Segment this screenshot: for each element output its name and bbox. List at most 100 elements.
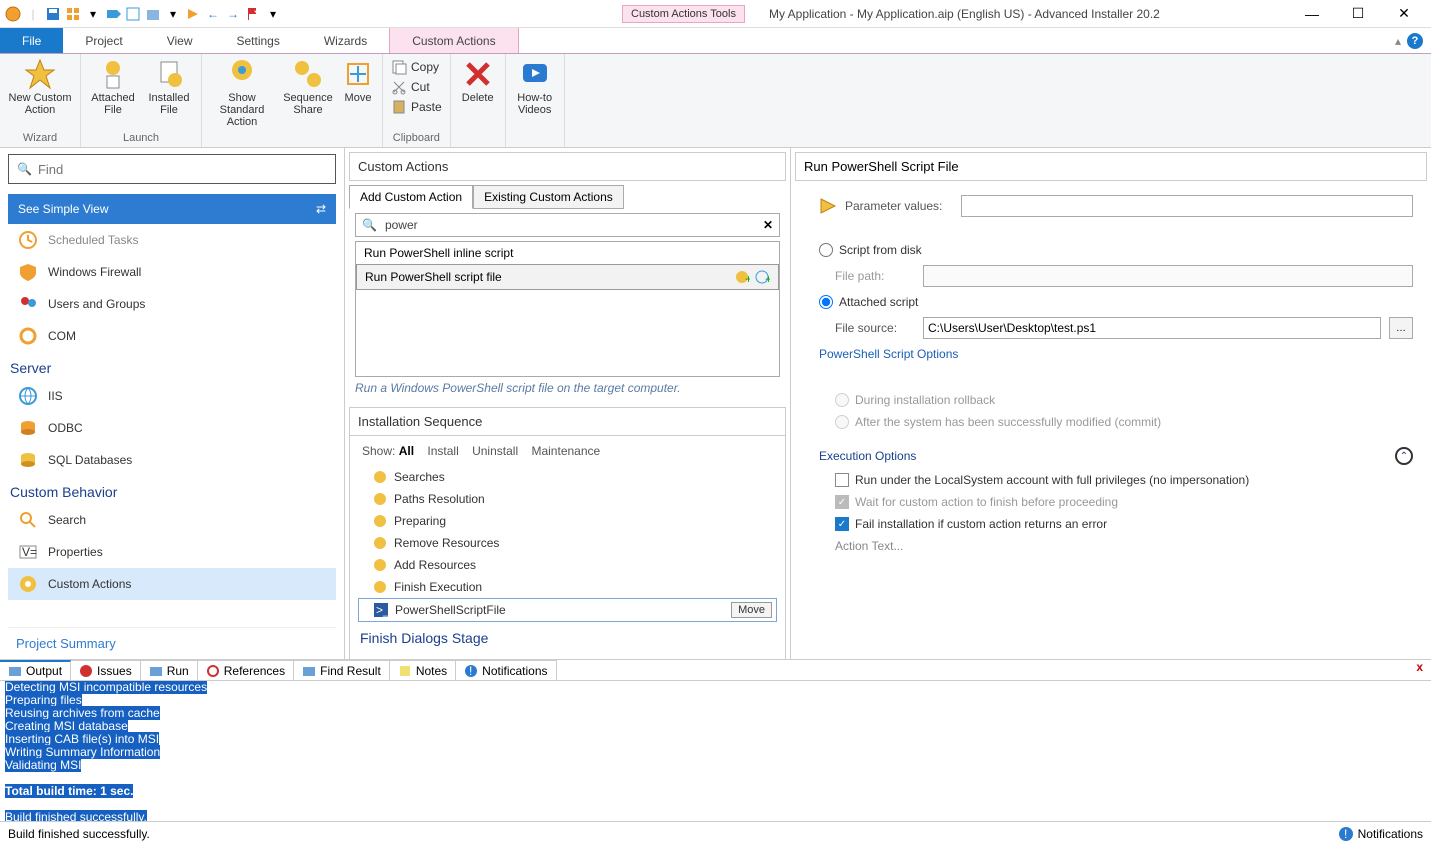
save-icon[interactable]: [44, 5, 62, 23]
swap-icon: ⇄: [316, 202, 326, 216]
btab-notifications[interactable]: !Notifications: [456, 660, 556, 680]
sidebar-item-windows-firewall[interactable]: Windows Firewall: [8, 256, 336, 288]
move-button[interactable]: Move: [338, 56, 378, 106]
stage-finish-dialogs: Finish Dialogs Stage: [358, 622, 777, 646]
seq-finish[interactable]: Finish Execution: [358, 576, 777, 598]
seq-preparing[interactable]: Preparing: [358, 510, 777, 532]
sidebar-item-properties[interactable]: V=Properties: [8, 536, 336, 568]
show-install[interactable]: Install: [427, 444, 458, 458]
chk-fail[interactable]: ✓Fail installation if custom action retu…: [835, 517, 1413, 531]
browse-button[interactable]: …: [1389, 317, 1413, 339]
action-text-link[interactable]: Action Text...: [835, 539, 1413, 553]
qat-dropdown2-icon[interactable]: ▾: [164, 5, 182, 23]
forward-icon[interactable]: →: [224, 5, 242, 23]
chk-wait: ✓Wait for custom action to finish before…: [835, 495, 1413, 509]
btab-references[interactable]: References: [198, 660, 294, 680]
howto-videos-button[interactable]: How-to Videos: [510, 56, 560, 118]
package-icon[interactable]: [144, 5, 162, 23]
notifications-button[interactable]: ! Notifications: [1338, 826, 1423, 842]
attached-file-button[interactable]: Attached File: [85, 56, 141, 118]
seq-move-button[interactable]: Move: [731, 602, 772, 618]
show-uninstall[interactable]: Uninstall: [472, 444, 518, 458]
sidebar-item-search[interactable]: Search: [8, 504, 336, 536]
see-simple-view-button[interactable]: See Simple View ⇄: [8, 194, 336, 224]
back-icon[interactable]: ←: [204, 5, 222, 23]
find-box[interactable]: 🔍: [8, 154, 336, 184]
clear-icon[interactable]: ✕: [763, 218, 773, 232]
close-button[interactable]: ✕: [1381, 0, 1427, 28]
help-icon[interactable]: ?: [1407, 33, 1423, 49]
flag-icon[interactable]: 3: [244, 5, 262, 23]
action-results: Run PowerShell inline script Run PowerSh…: [355, 241, 780, 377]
play-icon[interactable]: [184, 5, 202, 23]
bottom-close-icon[interactable]: x: [1408, 660, 1431, 680]
powershell-options-link[interactable]: PowerShell Script Options: [819, 347, 1413, 361]
sidebar-item-iis[interactable]: IIS: [8, 380, 336, 412]
build-icon[interactable]: [64, 5, 82, 23]
tab-settings[interactable]: Settings: [215, 28, 302, 53]
parameter-values-input[interactable]: [961, 195, 1413, 217]
copy-button[interactable]: Copy: [387, 58, 446, 76]
file-source-row: File source: …: [835, 317, 1413, 339]
show-standard-action-button[interactable]: Show Standard Action: [206, 56, 278, 130]
file-path-row: File path:: [835, 265, 1413, 287]
tab-custom-actions[interactable]: Custom Actions: [389, 28, 518, 53]
btab-run[interactable]: Run: [141, 660, 198, 680]
add-sequence-icon[interactable]: +: [734, 269, 750, 285]
sidebar-item-scheduled-tasks[interactable]: Scheduled Tasks: [8, 224, 336, 256]
btab-find-result[interactable]: Find Result: [294, 660, 390, 680]
btab-issues[interactable]: Issues: [71, 660, 141, 680]
sidebar-item-custom-actions[interactable]: Custom Actions: [8, 568, 336, 600]
sequence-share-button[interactable]: Sequence Share: [278, 56, 338, 118]
seq-searches[interactable]: Searches: [358, 466, 777, 488]
sidebar-item-com[interactable]: COM: [8, 320, 336, 352]
sidebar-item-odbc[interactable]: ODBC: [8, 412, 336, 444]
qat-dropdown-icon[interactable]: ▾: [84, 5, 102, 23]
paste-button[interactable]: Paste: [387, 98, 446, 116]
cut-button[interactable]: Cut: [387, 78, 446, 96]
run-icon[interactable]: [104, 5, 122, 23]
chk-run-system[interactable]: Run under the LocalSystem account with f…: [835, 473, 1413, 487]
sidebar-item-sql[interactable]: SQL Databases: [8, 444, 336, 476]
tab-existing-custom-actions[interactable]: Existing Custom Actions: [473, 185, 624, 209]
ribbon-collapse-icon[interactable]: ▴: [1395, 34, 1401, 48]
qat-more-icon[interactable]: ▾: [264, 5, 282, 23]
btab-output[interactable]: Output: [0, 660, 71, 680]
action-search-input[interactable]: [383, 216, 757, 234]
sidebar-category-server: Server: [8, 352, 336, 380]
nav-list: Scheduled Tasks Windows Firewall Users a…: [8, 224, 336, 627]
seq-powershell-file[interactable]: >_ PowerShellScriptFile Move: [358, 598, 777, 622]
radio-script-from-disk[interactable]: Script from disk: [819, 243, 1413, 257]
minimize-button[interactable]: —: [1289, 0, 1335, 28]
sidebar-item-users-groups[interactable]: Users and Groups: [8, 288, 336, 320]
result-powershell-file[interactable]: Run PowerShell script file + +: [356, 264, 779, 290]
add-no-sequence-icon[interactable]: +: [754, 269, 770, 285]
btab-notes[interactable]: Notes: [390, 660, 456, 680]
seq-paths[interactable]: Paths Resolution: [358, 488, 777, 510]
bottom-tabs: Output Issues Run References Find Result…: [0, 659, 1431, 681]
seq-remove[interactable]: Remove Resources: [358, 532, 777, 554]
project-summary-link[interactable]: Project Summary: [8, 627, 336, 659]
installed-file-button[interactable]: Installed File: [141, 56, 197, 118]
tab-wizards[interactable]: Wizards: [302, 28, 389, 53]
tab-project[interactable]: Project: [63, 28, 144, 53]
tab-view[interactable]: View: [145, 28, 215, 53]
tab-add-custom-action[interactable]: Add Custom Action: [349, 185, 473, 209]
file-source-input[interactable]: [923, 317, 1381, 339]
status-message: Build finished successfully.: [8, 827, 150, 841]
find-input[interactable]: [38, 162, 327, 177]
radio-attached-script[interactable]: Attached script: [819, 295, 1413, 309]
action-search-box[interactable]: 🔍 ✕: [355, 213, 780, 237]
parameter-values-row: Parameter values:: [819, 195, 1413, 217]
maximize-button[interactable]: ☐: [1335, 0, 1381, 28]
tab-file[interactable]: File: [0, 28, 63, 53]
collapse-icon[interactable]: ⌃: [1395, 447, 1413, 465]
options-icon[interactable]: [124, 5, 142, 23]
new-custom-action-button[interactable]: New Custom Action: [4, 56, 76, 118]
show-maintenance[interactable]: Maintenance: [531, 444, 600, 458]
seq-add[interactable]: Add Resources: [358, 554, 777, 576]
search-icon: 🔍: [17, 162, 32, 176]
delete-button[interactable]: Delete: [455, 56, 501, 106]
result-powershell-inline[interactable]: Run PowerShell inline script: [356, 242, 779, 264]
show-all[interactable]: All: [399, 444, 414, 458]
